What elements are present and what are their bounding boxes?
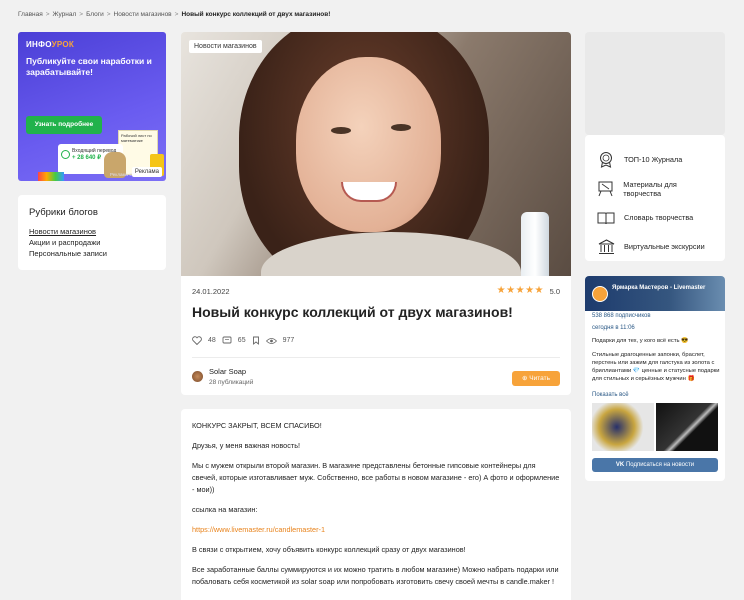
vk-group-name[interactable]: Ярмарка Мастеров - Livemaster bbox=[612, 285, 705, 291]
ad-tag: Реклама bbox=[131, 167, 162, 177]
vk-post-time[interactable]: сегодня в 11:06 bbox=[592, 325, 635, 331]
breadcrumb-current: Новый конкурс коллекций от двух магазино… bbox=[181, 11, 331, 18]
vk-avatar[interactable] bbox=[592, 286, 608, 302]
breadcrumb-home[interactable]: Главная bbox=[18, 11, 43, 18]
vk-widget: Ярмарка Мастеров - Livemaster 538 868 по… bbox=[585, 276, 725, 481]
breadcrumb-journal[interactable]: Журнал bbox=[53, 11, 77, 18]
vk-post-image[interactable] bbox=[656, 403, 718, 451]
infourok-logo: ИНФОУРОК bbox=[26, 40, 75, 49]
body-paragraph: В связи с открытием, хочу объявить конку… bbox=[192, 545, 466, 554]
infourok-ad[interactable]: ИНФОУРОК Публикуйте свои наработки и зар… bbox=[18, 32, 166, 181]
breadcrumb-blogs[interactable]: Блоги bbox=[86, 11, 104, 18]
rating-stars-icon: ★★★★★ bbox=[496, 285, 544, 296]
publish-date: 24.01.2022 bbox=[192, 287, 230, 296]
article-meta: 24.01.2022 ★★★★★ 5.0 Новый конкурс колле… bbox=[181, 276, 571, 395]
journal-item-dictionary[interactable]: Словарь творчества bbox=[597, 203, 713, 232]
vk-cover[interactable]: Ярмарка Мастеров - Livemaster bbox=[585, 276, 725, 311]
body-paragraph: КОНКУРС ЗАКРЫТ, ВСЕМ СПАСИБО! bbox=[192, 421, 322, 430]
body-paragraph: ссылка на магазин: bbox=[192, 505, 258, 514]
vk-logo-icon: VK bbox=[615, 462, 625, 468]
plus-icon: ⊕ bbox=[522, 375, 528, 382]
ad-palette-image bbox=[38, 172, 64, 181]
article-body: КОНКУРС ЗАКРЫТ, ВСЕМ СПАСИБО! Друзья, у … bbox=[181, 409, 571, 600]
breadcrumb-shop-news[interactable]: Новости магазинов bbox=[114, 11, 172, 18]
medal-icon bbox=[597, 151, 615, 169]
author-name[interactable]: Solar Soap bbox=[209, 367, 246, 376]
body-paragraph: Мы с мужем открыли второй магазин. В маг… bbox=[192, 461, 560, 494]
comments-count: 65 bbox=[237, 337, 246, 344]
vk-post-text: Подарки для тех, у кого всё есть 😎 Стиль… bbox=[592, 338, 720, 382]
vk-subscribe-button[interactable]: VK Подписаться на новости bbox=[592, 458, 718, 472]
rubric-sales[interactable]: Акции и распродажи bbox=[29, 237, 155, 248]
bookmark-icon[interactable] bbox=[252, 336, 260, 345]
vk-show-more[interactable]: Показать всё bbox=[592, 392, 629, 398]
vk-post-image[interactable] bbox=[592, 403, 654, 451]
follow-read-button[interactable]: ⊕ Читать bbox=[512, 371, 560, 386]
comment-icon[interactable] bbox=[222, 336, 232, 345]
breadcrumb: Главная > Журнал > Блоги > Новости магазинов > Н… bbox=[18, 11, 331, 18]
journal-item-top10[interactable]: ТОП-10 Журнала bbox=[597, 145, 713, 174]
body-paragraph: Все заработанные баллы суммируются и их … bbox=[192, 565, 559, 586]
blog-rubrics: Рубрики блогов Новости магазинов Акции и… bbox=[18, 195, 166, 270]
check-icon bbox=[61, 150, 70, 159]
vk-subscribers: 538 868 подписчиков bbox=[592, 313, 651, 319]
rubric-shop-news[interactable]: Новости магазинов bbox=[29, 226, 155, 237]
likes-count: 48 bbox=[208, 337, 216, 344]
divider bbox=[192, 357, 560, 358]
eye-icon bbox=[265, 337, 277, 344]
journal-item-materials[interactable]: Материалы для творчества bbox=[597, 174, 713, 203]
easel-icon bbox=[597, 180, 614, 198]
rubrics-title: Рубрики блогов bbox=[29, 207, 98, 218]
body-paragraph: Друзья, у меня важная новость! bbox=[192, 441, 301, 450]
ad-headline: Публикуйте свои наработки и зарабатывайт… bbox=[26, 56, 152, 77]
category-badge[interactable]: Новости магазинов bbox=[189, 40, 262, 53]
article-title: Новый конкурс коллекций от двух магазино… bbox=[192, 304, 513, 320]
ad-learn-more-button[interactable]: Узнать подробнее bbox=[26, 116, 102, 134]
journal-item-tours[interactable]: Виртуальные экскурсии bbox=[597, 232, 713, 261]
author-avatar[interactable] bbox=[192, 371, 203, 382]
book-icon bbox=[597, 209, 615, 227]
rating-value: 5.0 bbox=[549, 287, 560, 296]
museum-icon bbox=[597, 238, 615, 256]
shop-link[interactable]: https://www.livemaster.ru/candlemaster-1 bbox=[192, 524, 560, 536]
author-publications: 28 публикаций bbox=[209, 379, 254, 386]
right-ad-placeholder bbox=[585, 32, 725, 135]
article-stats: 48 65 977 bbox=[192, 336, 294, 345]
heart-icon[interactable] bbox=[192, 336, 202, 345]
rubric-personal[interactable]: Персональные записи bbox=[29, 248, 155, 259]
journal-links: ТОП-10 Журнала Материалы для творчества … bbox=[585, 135, 725, 261]
views-count: 977 bbox=[282, 337, 295, 344]
article-cover-image[interactable] bbox=[181, 32, 571, 276]
